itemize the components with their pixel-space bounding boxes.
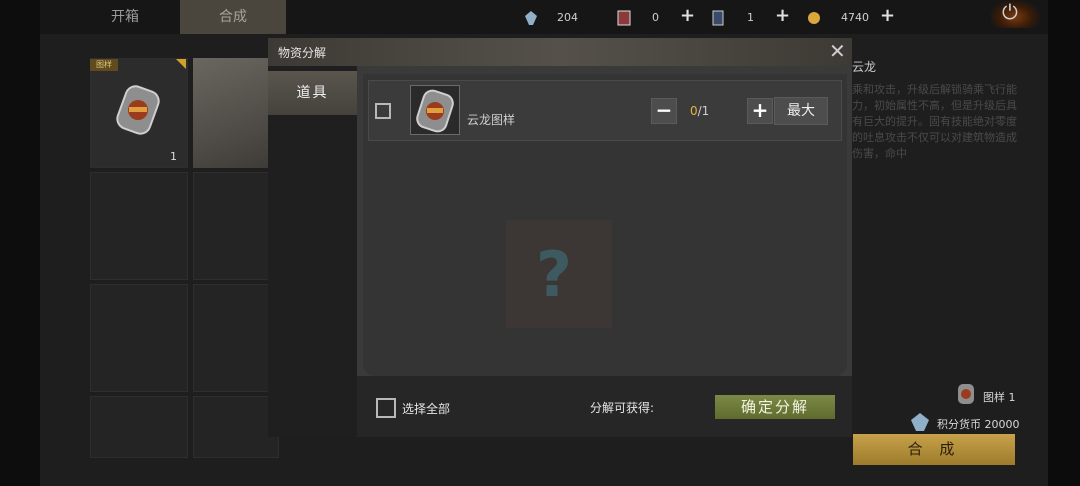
power-icon: ⏻ (1002, 0, 1018, 24)
resource-phone-card (711, 8, 725, 28)
detail-description: 乘和攻击，升级后解锁骑乘飞行能力，初始属性不高，但是升级后具有巨大的提升。固有技… (852, 83, 1017, 160)
item-thumbnail (410, 85, 460, 135)
quantity-max: /1 (697, 104, 710, 118)
select-all-label: 选择全部 (402, 402, 451, 416)
left-edge (0, 0, 40, 486)
tab-items[interactable]: 道具 (268, 71, 357, 115)
tab-craft[interactable]: 合成 (180, 0, 286, 34)
slot-corner-marker (176, 59, 186, 69)
quantity-display: 0/1 (690, 104, 709, 118)
pattern-cost-icon (955, 381, 977, 407)
inventory-slot[interactable] (90, 172, 188, 280)
resource-phone-card-value: 1 (747, 11, 754, 24)
add-phone-card-button[interactable]: + (775, 6, 790, 26)
cost-pattern: 图样 1 (983, 391, 1016, 404)
modal-sidebar (268, 66, 357, 437)
inventory-slot[interactable] (193, 172, 279, 280)
item-name: 云龙图样 (467, 113, 516, 127)
resource-gold-value: 4740 (841, 11, 869, 24)
modal-title: 物资分解 (278, 46, 327, 60)
crystal-icon (524, 10, 538, 26)
yield-label: 分解可获得: (590, 401, 655, 415)
points-currency-icon (910, 412, 930, 432)
preview-slot (193, 58, 277, 168)
inventory-slot[interactable] (193, 396, 279, 458)
add-card-button[interactable]: + (680, 6, 695, 26)
card-icon (617, 10, 631, 26)
resource-gold (807, 8, 821, 28)
unknown-reward-placeholder: ? (506, 220, 612, 328)
resource-card-value: 0 (652, 11, 659, 24)
modal-header (268, 38, 852, 66)
tab-open-box[interactable]: 开箱 (70, 0, 180, 34)
resource-crystal-value: 204 (557, 11, 578, 24)
select-all-checkbox[interactable] (376, 398, 396, 418)
item-checkbox[interactable] (375, 103, 391, 119)
dog-tag-icon (115, 78, 161, 136)
increase-button[interactable]: + (747, 98, 773, 124)
detail-title: 云龙 (852, 60, 877, 74)
craft-button[interactable]: 合 成 (853, 434, 1015, 465)
right-edge (1048, 0, 1080, 486)
phone-card-icon (711, 10, 725, 26)
question-mark-icon: ? (536, 238, 572, 311)
max-button[interactable]: 最大 (774, 97, 828, 125)
cost-currency: 积分货币 20000 (937, 418, 1020, 431)
confirm-decompose-button[interactable]: 确定分解 (715, 395, 835, 419)
slot-tag: 图样 (90, 59, 118, 71)
add-gold-button[interactable]: + (880, 6, 895, 26)
power-button[interactable]: ⏻ (990, 0, 1040, 28)
dog-tag-icon (416, 89, 454, 133)
inventory-slot[interactable] (90, 396, 188, 458)
inventory-slot[interactable] (193, 284, 279, 392)
close-icon[interactable]: ✕ (829, 40, 846, 62)
slot-count: 1 (170, 150, 177, 163)
decrease-button[interactable]: − (651, 98, 677, 124)
resource-crystal (524, 8, 538, 28)
inventory-slot[interactable] (90, 284, 188, 392)
resource-card (617, 8, 631, 28)
gold-coin-icon (807, 10, 821, 26)
quantity-current: 0 (690, 104, 698, 118)
